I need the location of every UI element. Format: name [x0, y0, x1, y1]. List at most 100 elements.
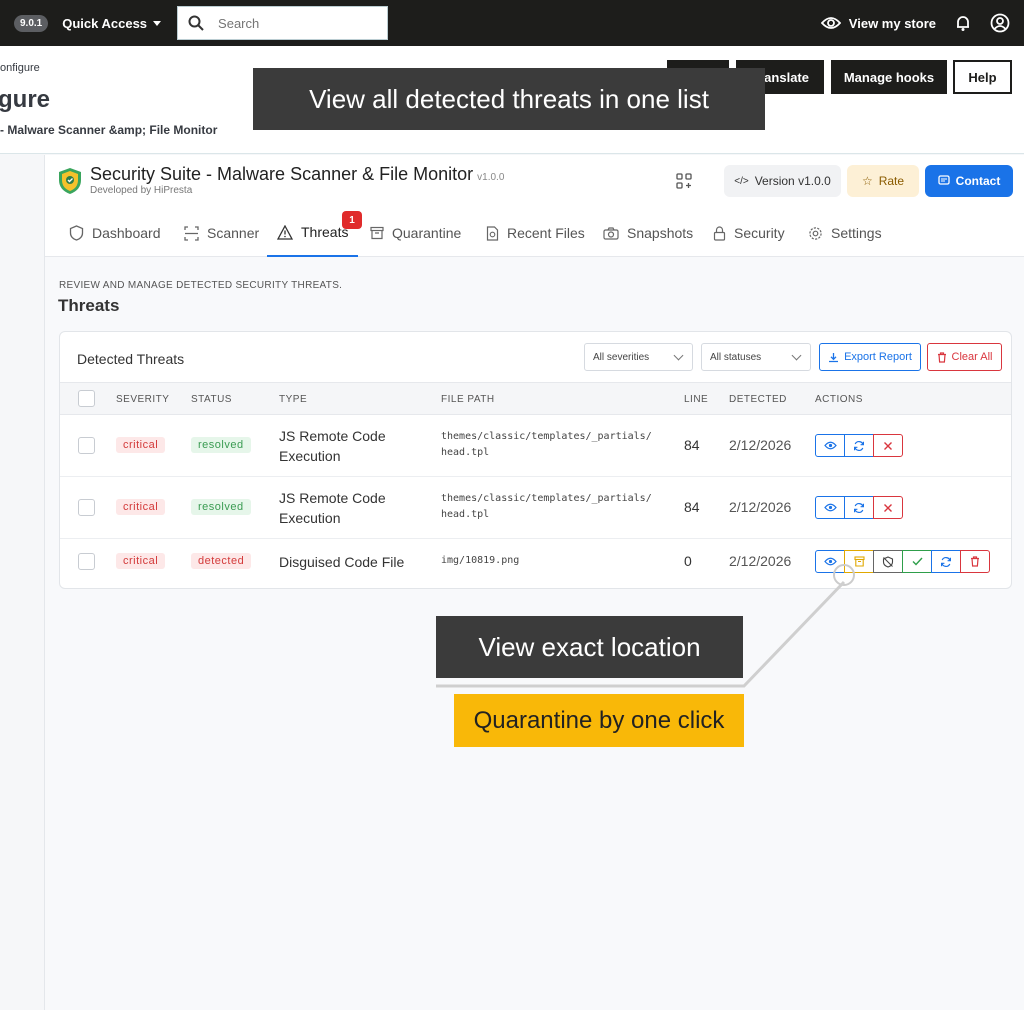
quick-access-label: Quick Access [62, 15, 148, 31]
search-input[interactable] [218, 15, 369, 31]
tab-recent-files[interactable]: Recent Files [486, 209, 585, 257]
threats-card: Detected Threats All severities All stat… [59, 331, 1012, 589]
warning-icon [277, 224, 293, 240]
detected-date: 2/12/2026 [729, 437, 792, 453]
delete-button[interactable] [960, 550, 990, 573]
download-icon [829, 352, 839, 362]
rescan-button[interactable] [931, 550, 961, 573]
status-badge: detected [191, 553, 252, 569]
gear-icon [809, 226, 822, 240]
view-location-button[interactable] [815, 434, 845, 457]
status-filter-value: All statuses [710, 351, 762, 363]
eye-icon [823, 503, 837, 512]
col-file-path: FILE PATH [441, 394, 495, 405]
tab-dashboard[interactable]: Dashboard [69, 209, 161, 257]
chevron-down-icon [791, 350, 802, 361]
line-number: 84 [684, 499, 700, 515]
scan-icon [184, 225, 199, 241]
contact-button[interactable]: Contact [925, 165, 1013, 197]
module-version: v1.0.0 [477, 172, 505, 183]
tab-security-label: Security [734, 225, 785, 241]
tab-settings-label: Settings [831, 225, 882, 241]
version-button-label: Version v1.0.0 [754, 174, 831, 188]
view-location-button[interactable] [815, 496, 845, 519]
status-filter[interactable]: All statuses [701, 343, 811, 371]
col-status: STATUS [191, 394, 232, 405]
clear-all-label: Clear All [951, 351, 993, 363]
row-checkbox[interactable] [78, 553, 95, 570]
ignore-button[interactable] [873, 550, 903, 573]
refresh-icon [854, 502, 864, 513]
col-line: LINE [684, 394, 709, 405]
file-path-line1: themes/classic/templates/_partials/ [441, 431, 652, 442]
quick-access-menu[interactable]: Quick Access [62, 15, 162, 31]
clear-all-button[interactable]: Clear All [927, 343, 1002, 371]
severity-filter[interactable]: All severities [584, 343, 693, 371]
module-title: Security Suite - Malware Scanner & File … [90, 164, 504, 185]
row-actions [815, 434, 903, 457]
row-checkbox[interactable] [78, 437, 95, 454]
chevron-down-icon [673, 350, 684, 361]
breadcrumb[interactable]: onfigure [0, 62, 40, 74]
mark-resolved-button[interactable] [902, 550, 932, 573]
contact-button-label: Contact [955, 174, 1001, 188]
left-gutter [0, 155, 44, 1010]
severity-badge: critical [116, 499, 166, 515]
apps-grid-icon[interactable] [675, 172, 693, 190]
manage-hooks-button[interactable]: Manage hooks [831, 60, 947, 94]
trash-icon [971, 556, 979, 567]
threats-count-badge: 1 [342, 211, 362, 229]
table-row: critical resolved JS Remote Code Executi… [60, 415, 1011, 477]
dismiss-button[interactable] [873, 434, 903, 457]
file-path: themes/classic/templates/_partials/head.… [441, 429, 652, 461]
caret-down-icon [153, 20, 162, 26]
help-button[interactable]: Help [953, 60, 1012, 94]
table-row: critical resolved JS Remote Code Executi… [60, 477, 1011, 539]
status-badge: resolved [191, 499, 251, 515]
tab-quarantine[interactable]: Quarantine [370, 209, 461, 257]
eye-icon [820, 17, 841, 29]
rescan-button[interactable] [844, 496, 874, 519]
status-badge: resolved [191, 437, 251, 453]
view-store-link[interactable]: View my store [820, 16, 936, 31]
export-report-label: Export Report [844, 351, 912, 363]
tab-snapshots-label: Snapshots [627, 225, 694, 241]
check-icon [912, 557, 923, 566]
dismiss-button[interactable] [873, 496, 903, 519]
export-report-button[interactable]: Export Report [819, 343, 921, 371]
tab-settings[interactable]: Settings [808, 209, 882, 257]
col-severity: SEVERITY [116, 394, 170, 405]
version-button[interactable]: </> Version v1.0.0 [724, 165, 841, 197]
threat-type: JS Remote Code Execution [279, 490, 386, 526]
rate-button[interactable]: ☆ Rate [847, 165, 919, 197]
table-header: SEVERITY STATUS TYPE FILE PATH LINE DETE… [60, 382, 1011, 415]
eye-icon [823, 441, 837, 450]
row-checkbox[interactable] [78, 499, 95, 516]
row-actions [815, 496, 903, 519]
module-title-text: Security Suite - Malware Scanner & File … [90, 164, 474, 184]
star-icon: ☆ [861, 174, 873, 188]
rescan-button[interactable] [844, 434, 874, 457]
severity-filter-value: All severities [593, 351, 650, 363]
tab-security[interactable]: Security [713, 209, 785, 257]
module-tabs: Dashboard Scanner Threats 1 Quarantine R… [45, 209, 1024, 257]
line-number: 84 [684, 437, 700, 453]
card-title: Detected Threats [77, 351, 185, 367]
lock-icon [713, 225, 726, 241]
shield-off-icon [882, 555, 894, 568]
select-all-checkbox[interactable] [78, 390, 95, 407]
file-path-line2: head.tpl [441, 509, 490, 520]
bell-icon[interactable] [954, 14, 972, 32]
file-icon [486, 225, 499, 241]
search-icon [188, 15, 204, 31]
shield-icon [69, 225, 84, 241]
file-path-line2: head.tpl [441, 447, 490, 458]
search-box[interactable] [177, 6, 389, 40]
tab-scanner[interactable]: Scanner [184, 209, 259, 257]
detected-date: 2/12/2026 [729, 499, 792, 515]
version-badge: 9.0.1 [14, 14, 49, 32]
module-developer: Developed by HiPresta [90, 185, 193, 196]
tab-snapshots[interactable]: Snapshots [603, 209, 693, 257]
top-bar: 9.0.1 Quick Access View my store [0, 0, 1024, 46]
account-icon[interactable] [990, 13, 1010, 33]
